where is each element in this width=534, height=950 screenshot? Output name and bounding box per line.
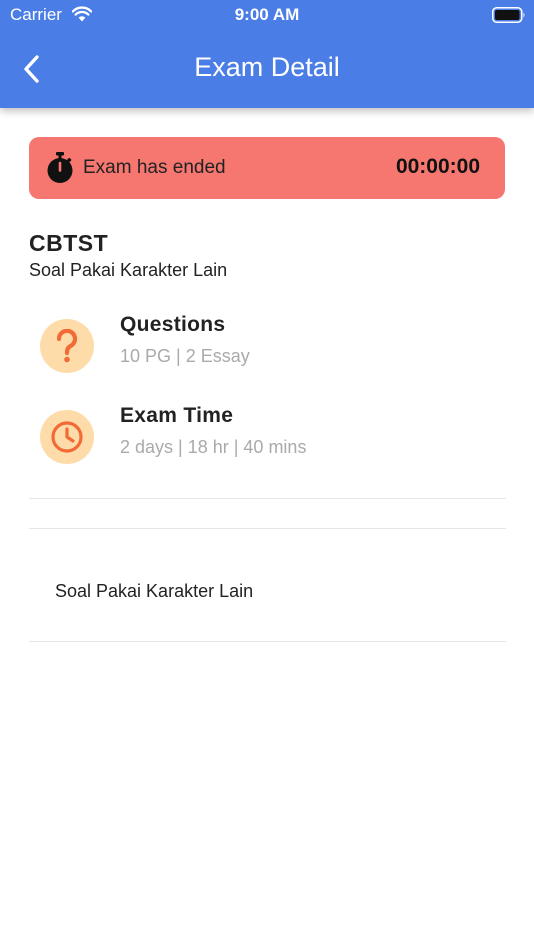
questions-icon-badge [40, 319, 94, 373]
exam-ended-label: Exam has ended [83, 157, 226, 178]
questions-title: Questions [120, 313, 226, 336]
status-bar: Carrier 9:00 AM [0, 0, 534, 30]
clock-time: 9:00 AM [234, 5, 300, 24]
exam-detail-screen: Carrier 9:00 AM Exam Detail Exam has end… [0, 0, 534, 950]
battery-icon [492, 7, 525, 23]
page-title: Exam Detail [194, 52, 340, 82]
exam-time-duration: 2 days | 18 hr | 40 mins [120, 437, 307, 457]
exam-name: Soal Pakai Karakter Lain [29, 260, 228, 280]
questions-count: 10 PG | 2 Essay [120, 346, 250, 366]
exam-time-icon-badge [40, 410, 94, 464]
question-mark-icon [56, 329, 78, 363]
exam-code: CBTST [29, 230, 109, 256]
app-header: Carrier 9:00 AM Exam Detail [0, 0, 534, 108]
divider [29, 528, 506, 529]
clock-icon [51, 421, 83, 453]
exam-description: Soal Pakai Karakter Lain [55, 581, 254, 601]
exam-time-title: Exam Time [120, 404, 234, 427]
divider [29, 641, 506, 642]
divider [29, 498, 506, 499]
exam-ended-banner: Exam has ended 00:00:00 [29, 137, 505, 199]
countdown-timer: 00:00:00 [395, 155, 480, 178]
stopwatch-icon [47, 152, 73, 183]
